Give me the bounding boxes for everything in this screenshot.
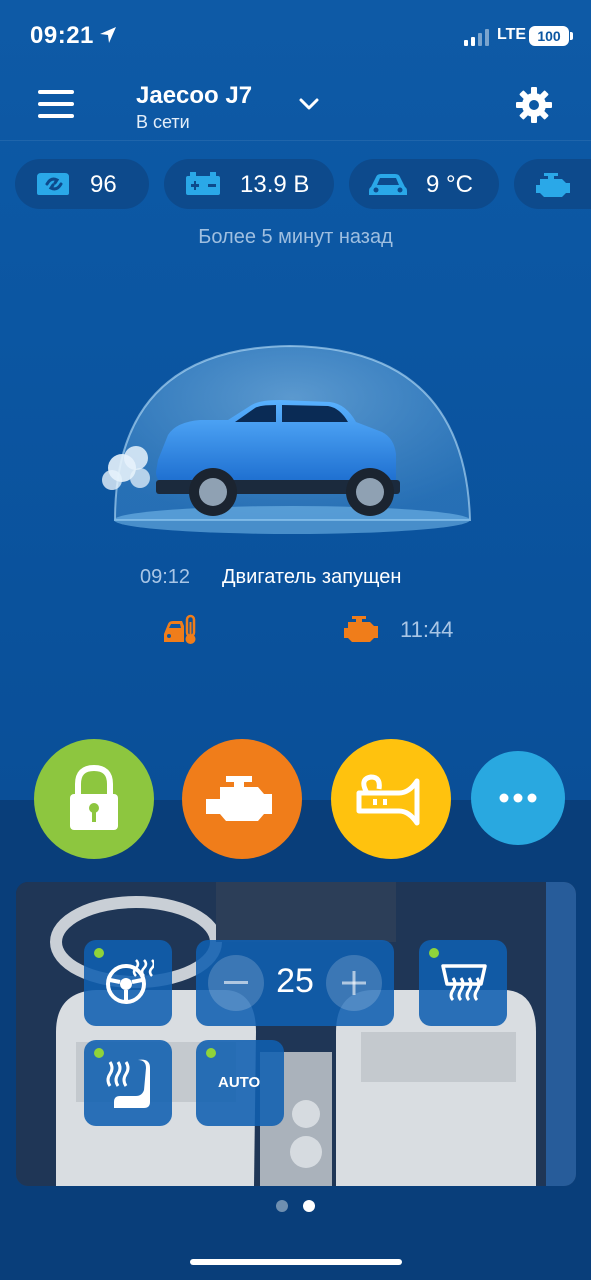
engine-button[interactable] xyxy=(182,739,302,859)
active-indicator xyxy=(206,1048,216,1058)
rear-defrost-icon xyxy=(441,964,487,1002)
chevron-down-icon[interactable] xyxy=(298,96,320,112)
last-update-text: Более 5 минут назад xyxy=(198,226,393,248)
active-indicator xyxy=(94,1048,104,1058)
event-text: Двигатель запущен xyxy=(222,566,402,588)
header-divider xyxy=(0,140,591,141)
engine-timer-icon xyxy=(344,616,378,642)
battery-chip[interactable]: 13.9 В xyxy=(164,159,334,209)
engine-temperature-icon xyxy=(164,614,196,644)
more-button[interactable] xyxy=(471,751,565,845)
temperature-decrease-button[interactable] xyxy=(208,955,264,1011)
status-bar: 09:21 LTE 100 xyxy=(0,0,591,72)
temperature-value: 9 °C xyxy=(426,171,473,198)
car-temperature-icon xyxy=(369,174,407,195)
event-time: 09:12 xyxy=(140,566,191,588)
status-chips: 96 13.9 В 9 °C xyxy=(0,159,591,211)
fuel-level-icon xyxy=(37,173,69,195)
page-dot-2[interactable] xyxy=(303,1200,315,1212)
car-protection-image xyxy=(102,344,472,534)
lock-icon xyxy=(70,764,118,830)
engine-icon xyxy=(536,173,570,197)
seat-heat-button[interactable] xyxy=(84,1040,172,1126)
steering-heat-button[interactable] xyxy=(84,940,172,1026)
engine-icon xyxy=(206,776,272,821)
seat-heat-icon xyxy=(106,1059,150,1108)
menu-button[interactable] xyxy=(38,88,76,122)
horn-icon xyxy=(356,774,420,826)
fuel-value: 96 xyxy=(90,171,117,198)
temperature-value: 25 xyxy=(276,962,314,1000)
horn-button[interactable] xyxy=(331,739,451,859)
signal-icon xyxy=(464,29,489,46)
page-dot-1[interactable] xyxy=(276,1200,288,1212)
network-type: LTE xyxy=(497,26,527,43)
minus-icon xyxy=(224,981,248,984)
battery-icon xyxy=(186,172,220,195)
home-indicator[interactable] xyxy=(190,1259,402,1265)
gear-icon[interactable] xyxy=(514,85,554,125)
plus-icon xyxy=(342,971,366,995)
more-icon xyxy=(499,793,537,803)
car-connection-status: В сети xyxy=(136,112,190,132)
rear-defrost-button[interactable] xyxy=(419,940,507,1026)
fuel-chip[interactable]: 96 xyxy=(15,159,149,209)
climate-auto-button[interactable]: AUTO xyxy=(196,1040,284,1126)
lock-button[interactable] xyxy=(34,739,154,859)
car-title[interactable]: Jaecoo J7 xyxy=(136,82,252,110)
car-interior-image xyxy=(16,882,576,1186)
status-time: 09:21 xyxy=(30,22,94,49)
battery-indicator: 100 xyxy=(529,26,573,46)
climate-panel: 25 AUTO xyxy=(16,882,576,1186)
battery-voltage: 13.9 В xyxy=(240,171,310,198)
temperature-control: 25 xyxy=(196,940,394,1026)
temperature-increase-button[interactable] xyxy=(326,955,382,1011)
engine-chip[interactable] xyxy=(514,159,591,209)
temperature-chip[interactable]: 9 °C xyxy=(349,159,499,209)
location-arrow-icon xyxy=(100,27,116,43)
engine-timer-value: 11:44 xyxy=(400,617,454,642)
active-indicator xyxy=(94,948,104,958)
auto-label: AUTO xyxy=(218,1074,261,1091)
active-indicator xyxy=(429,948,439,958)
steering-heat-icon xyxy=(106,959,154,1004)
